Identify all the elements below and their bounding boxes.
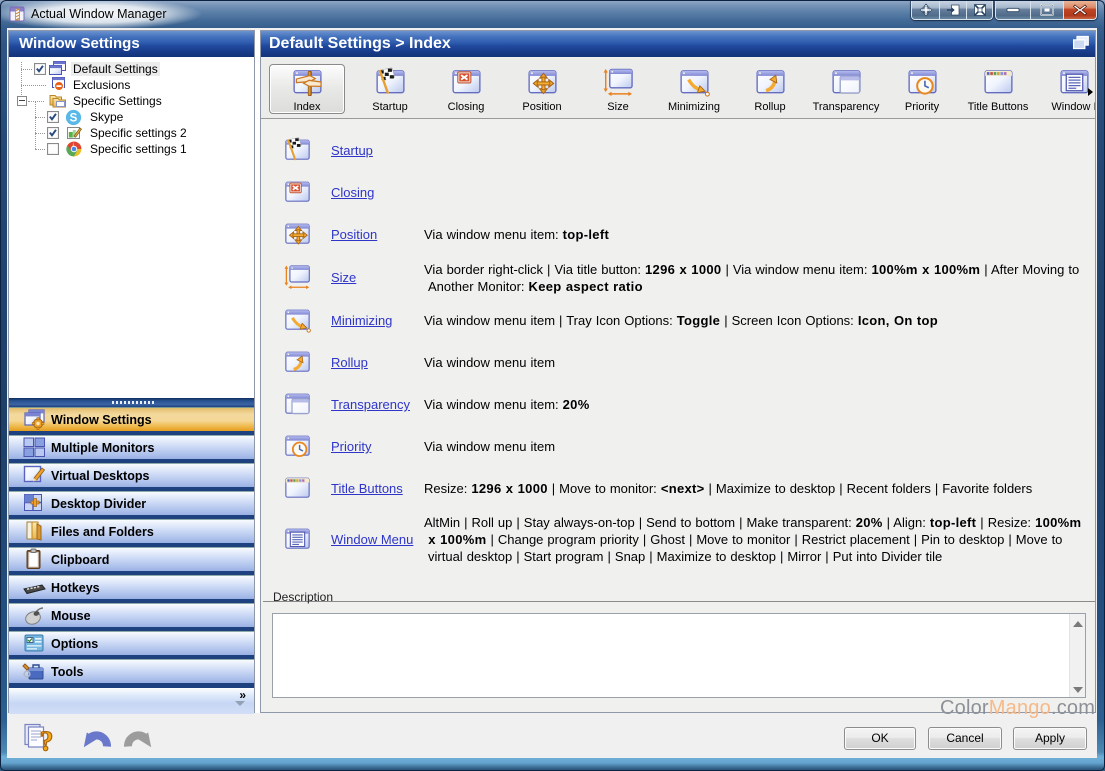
svg-text:?: ? [40,727,54,755]
svg-text:S: S [70,113,78,125]
